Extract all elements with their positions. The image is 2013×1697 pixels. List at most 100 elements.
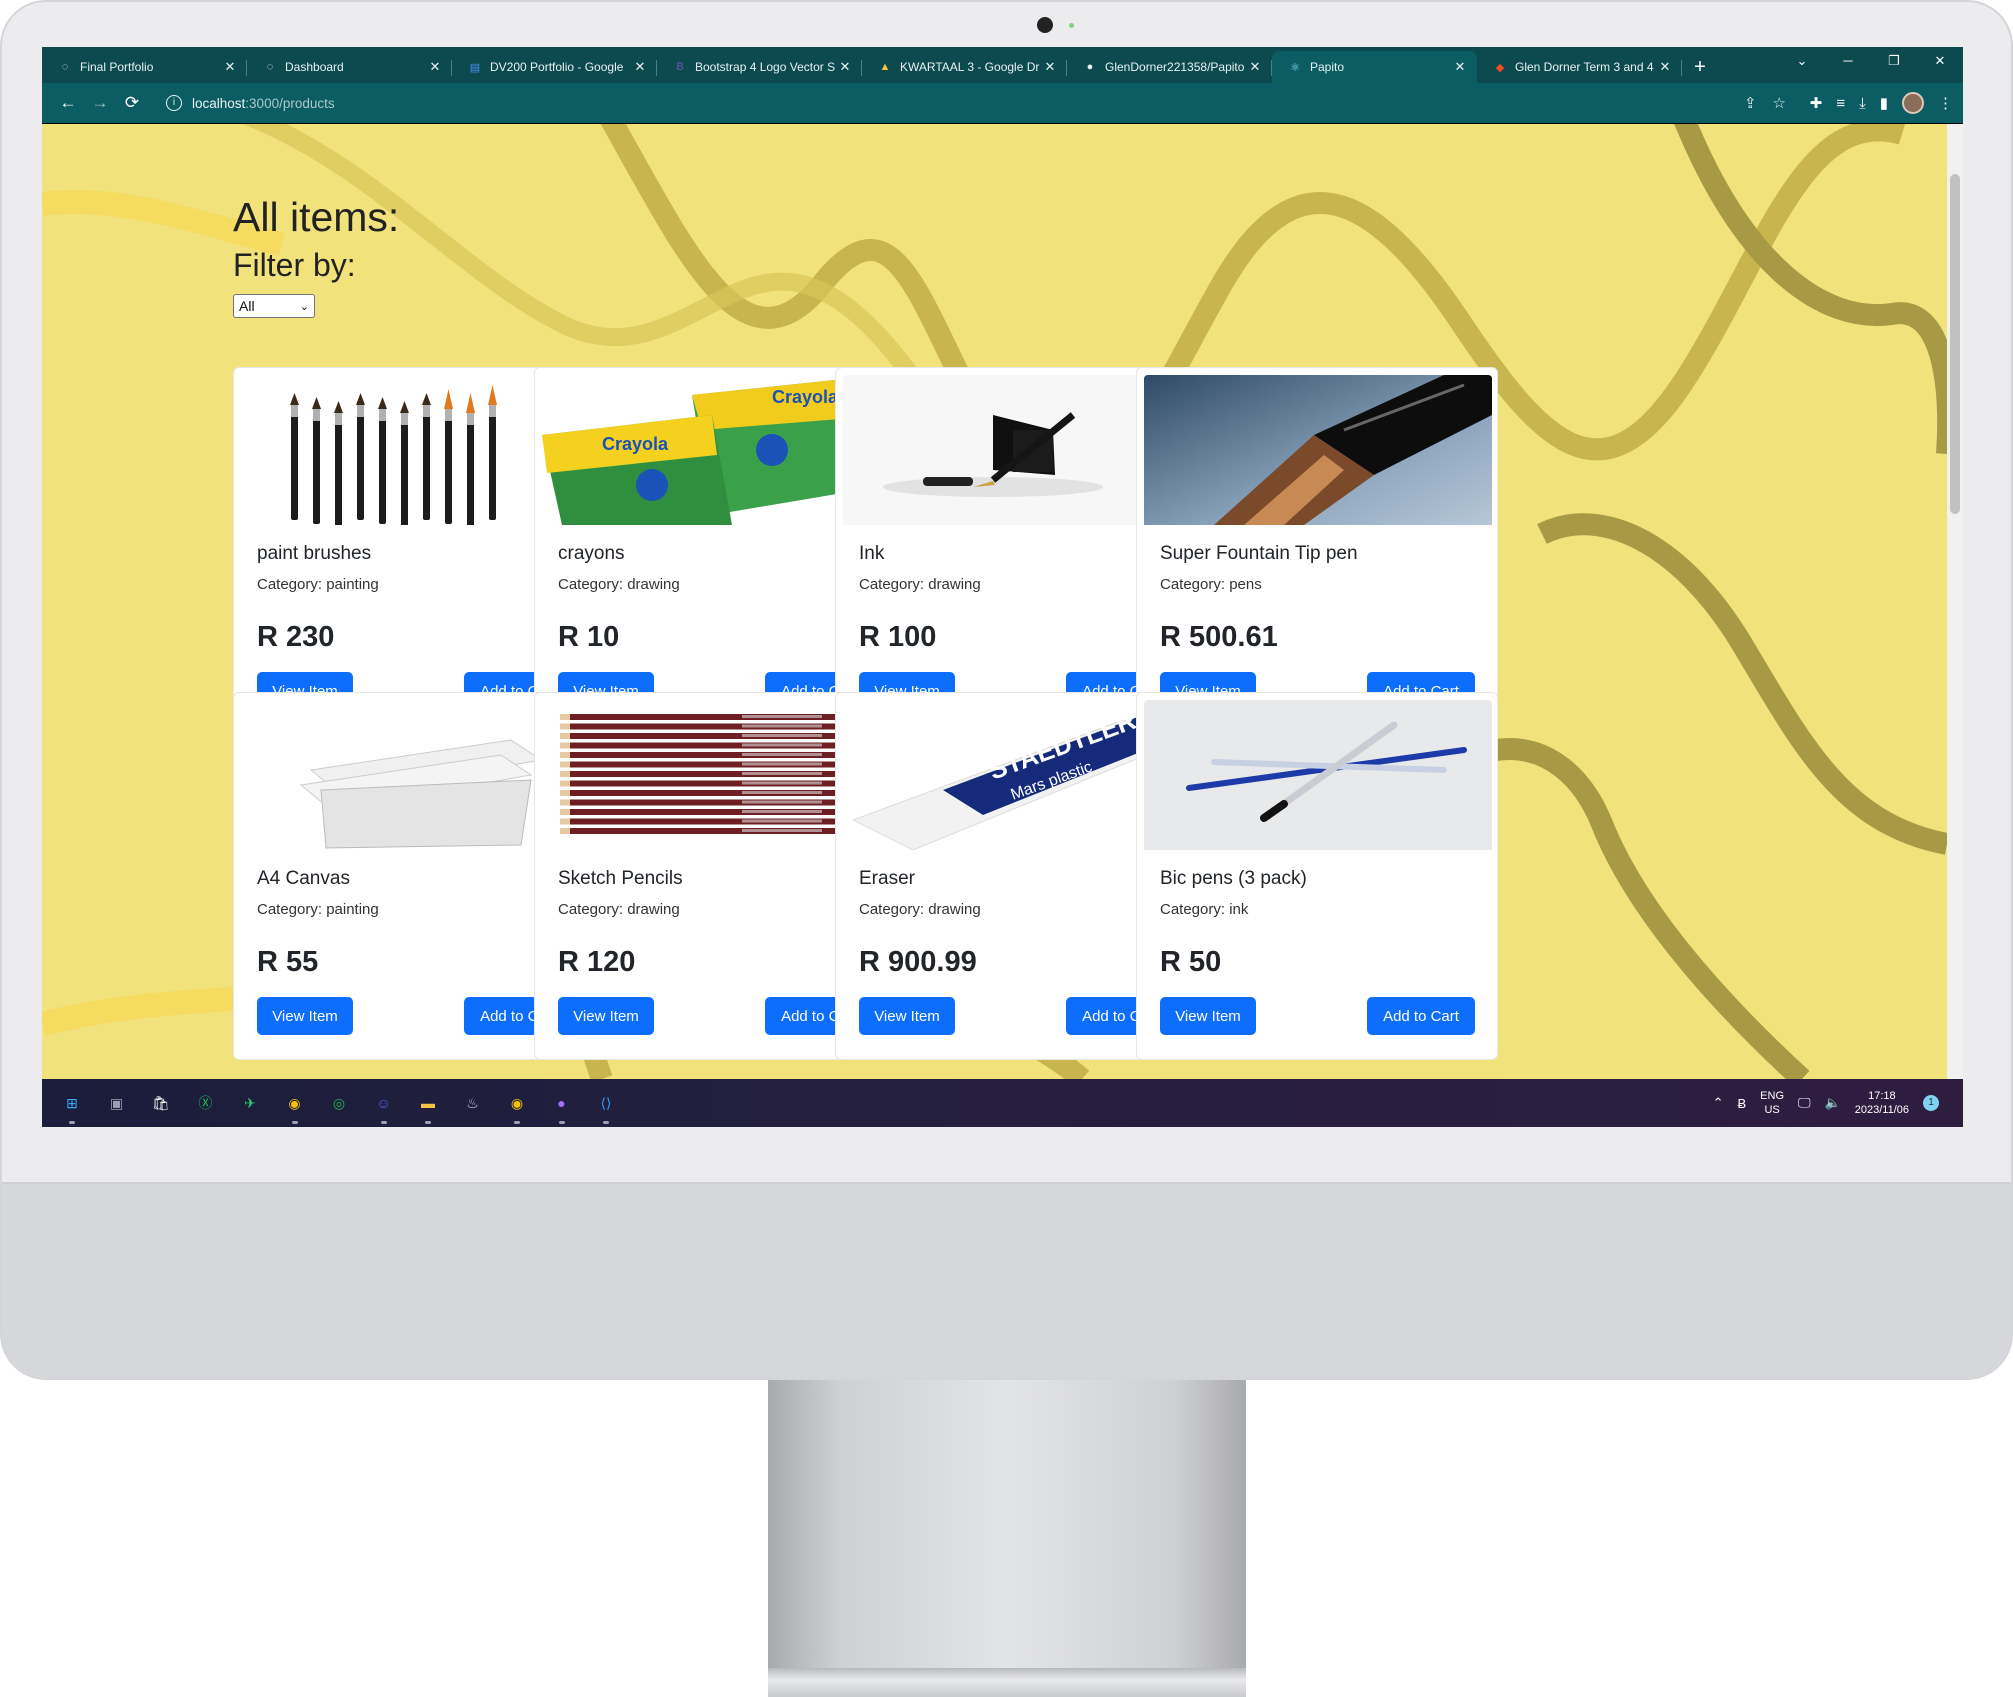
xbox-icon[interactable]: Ⓧ	[194, 1091, 218, 1115]
forward-button[interactable]: →	[84, 87, 116, 119]
scrollbar-thumb[interactable]	[1950, 174, 1960, 514]
network-icon[interactable]: 🖵	[1798, 1095, 1811, 1111]
close-tab-icon[interactable]: ✕	[1248, 59, 1262, 75]
running-indicator	[380, 1121, 387, 1124]
discord-icon[interactable]: ☺	[372, 1091, 396, 1115]
profile-avatar[interactable]	[1902, 92, 1924, 114]
imac-stand-base	[768, 1668, 1246, 1697]
task-view-icon[interactable]: ▣	[105, 1091, 129, 1115]
view-item-button[interactable]: View Item	[1160, 997, 1256, 1035]
tab-title: Dashboard	[285, 60, 344, 74]
running-indicator	[69, 1121, 75, 1124]
product-name: A4 Canvas	[257, 868, 350, 889]
tab-search-icon[interactable]: ⌄	[1779, 47, 1825, 75]
product-card: Bic pens (3 pack) Category: ink R 50 Vie…	[1136, 692, 1498, 1060]
webcam-led	[1069, 23, 1074, 28]
browser-tab[interactable]: ● GlenDorner221358/Papito ✕	[1067, 51, 1272, 83]
chrome-icon[interactable]: ◉	[283, 1091, 307, 1115]
filter-label: Filter by:	[233, 247, 356, 283]
github-icon: ●	[1086, 61, 1094, 73]
close-window-button[interactable]: ✕	[1917, 47, 1963, 75]
downloads-icon[interactable]: ⤓	[1859, 95, 1866, 112]
language-indicator[interactable]: ENG US	[1760, 1089, 1784, 1117]
running-indicator	[291, 1121, 298, 1124]
github-desktop-icon[interactable]: ●	[550, 1091, 574, 1115]
windows-start-icon[interactable]: ⊞	[60, 1091, 84, 1115]
vpn-app-icon[interactable]: ✈	[238, 1091, 262, 1115]
page-heading: All items:	[233, 194, 400, 240]
globe-icon: ◌	[61, 61, 69, 73]
webcam	[1037, 17, 1053, 33]
bluetooth-icon[interactable]: Ƀ	[1738, 1096, 1747, 1111]
google-docs-icon: ▤	[469, 61, 481, 74]
side-panel-icon[interactable]: ▮	[1880, 94, 1888, 112]
close-tab-icon[interactable]: ✕	[428, 59, 442, 75]
bookmark-star-icon[interactable]: ☆	[1773, 94, 1786, 112]
window-controls: ⌄ ─ ❐ ✕	[1779, 47, 1963, 75]
running-indicator	[558, 1121, 565, 1124]
globe-icon: ◌	[266, 61, 274, 73]
view-item-button[interactable]: View Item	[859, 997, 955, 1035]
close-tab-icon[interactable]: ✕	[223, 59, 237, 75]
browser-tab[interactable]: ▲ KWARTAAL 3 - Google Dr ✕	[862, 51, 1067, 83]
share-icon[interactable]: ⇪	[1744, 94, 1757, 112]
clock-time: 17:18	[1868, 1090, 1896, 1102]
product-price: R 50	[1160, 946, 1222, 978]
back-button[interactable]: ←	[52, 87, 84, 119]
product-name: Sketch Pencils	[558, 868, 683, 889]
close-tab-icon[interactable]: ✕	[1043, 59, 1057, 75]
add-to-cart-button[interactable]: Add to Cart	[1367, 997, 1475, 1035]
menu-kebab-icon[interactable]: ⋮	[1938, 94, 1953, 112]
notification-badge[interactable]: 1	[1923, 1095, 1939, 1111]
running-indicator	[514, 1121, 520, 1124]
vscode-icon[interactable]: ⟨⟩	[594, 1091, 618, 1115]
microsoft-store-icon[interactable]: 🛍	[149, 1091, 173, 1115]
category-filter-select[interactable]: All ⌄	[233, 294, 315, 318]
site-info-icon[interactable]: i	[166, 95, 182, 111]
extensions-icon[interactable]: ✚	[1810, 94, 1823, 112]
volume-icon[interactable]: 🔈	[1825, 1095, 1841, 1111]
browser-toolbar: ← → ⟳ i localhost:3000/products ⇪ ☆ ✚ ≡ …	[42, 83, 1963, 123]
chrome-profile-icon[interactable]: ◉	[505, 1091, 529, 1115]
page-scrollbar[interactable]	[1947, 124, 1963, 1079]
close-tab-icon[interactable]: ✕	[1658, 59, 1672, 75]
view-item-button[interactable]: View Item	[558, 997, 654, 1035]
browser-tab[interactable]: B Bootstrap 4 Logo Vector S ✕	[657, 51, 862, 83]
bootstrap-icon: B	[676, 61, 684, 73]
file-explorer-icon[interactable]: ▬	[416, 1091, 440, 1115]
tray-overflow-icon[interactable]: ⌃	[1713, 1095, 1724, 1111]
close-tab-icon[interactable]: ✕	[838, 59, 852, 75]
tab-strip: ◌ Final Portfolio ✕ ◌ Dashboard ✕ ▤ DV200 Portf…	[42, 47, 1963, 83]
react-icon: ⚛	[1290, 61, 1300, 74]
windows-taskbar: ⊞ ▣ 🛍 Ⓧ ✈ ◉ ◎ ☺ ▬ ♨ ◉ ● ⟨⟩ ⌃ Ƀ ENG US 🖵 🔈 17:18 2023…	[42, 1079, 1963, 1127]
screen: ◌ Final Portfolio ✕ ◌ Dashboard ✕ ▤ DV200 Portf…	[42, 47, 1963, 1127]
tab-title: KWARTAAL 3 - Google Dr	[900, 60, 1040, 74]
close-tab-icon[interactable]: ✕	[1453, 59, 1467, 75]
browser-tab[interactable]: ◌ Final Portfolio ✕	[42, 51, 247, 83]
tab-separator	[1681, 60, 1682, 76]
tab-title: Glen Dorner Term 3 and 4	[1515, 60, 1654, 74]
product-name: Ink	[859, 543, 885, 564]
product-card: Super Fountain Tip pen Category: pens R …	[1136, 367, 1498, 735]
steam-icon[interactable]: ♨	[461, 1091, 485, 1115]
reload-button[interactable]: ⟳	[116, 87, 148, 119]
product-name: paint brushes	[257, 543, 372, 564]
media-controls-icon[interactable]: ≡	[1836, 95, 1845, 112]
browser-tab[interactable]: ◌ Dashboard ✕	[247, 51, 452, 83]
new-tab-button[interactable]: +	[1682, 51, 1718, 83]
clock[interactable]: 17:18 2023/11/06	[1855, 1089, 1909, 1117]
view-item-button[interactable]: View Item	[257, 997, 353, 1035]
restore-button[interactable]: ❐	[1871, 47, 1917, 75]
browser-tab[interactable]: ◆ Glen Dorner Term 3 and 4 ✕	[1477, 51, 1682, 83]
spotify-icon[interactable]: ◎	[327, 1091, 351, 1115]
product-category: Category: pens	[1160, 576, 1262, 593]
minimize-button[interactable]: ─	[1825, 47, 1871, 75]
tab-title: Bootstrap 4 Logo Vector S	[695, 60, 836, 74]
running-indicator	[425, 1121, 431, 1124]
address-bar[interactable]: i localhost:3000/products ⇪ ☆	[156, 88, 1796, 118]
close-tab-icon[interactable]: ✕	[633, 59, 647, 75]
running-indicator	[603, 1121, 609, 1124]
browser-tab[interactable]: ▤ DV200 Portfolio - Google ✕	[452, 51, 657, 83]
browser-tab[interactable]: ⚛ Papito ✕	[1272, 51, 1477, 83]
product-price: R 120	[558, 946, 636, 978]
